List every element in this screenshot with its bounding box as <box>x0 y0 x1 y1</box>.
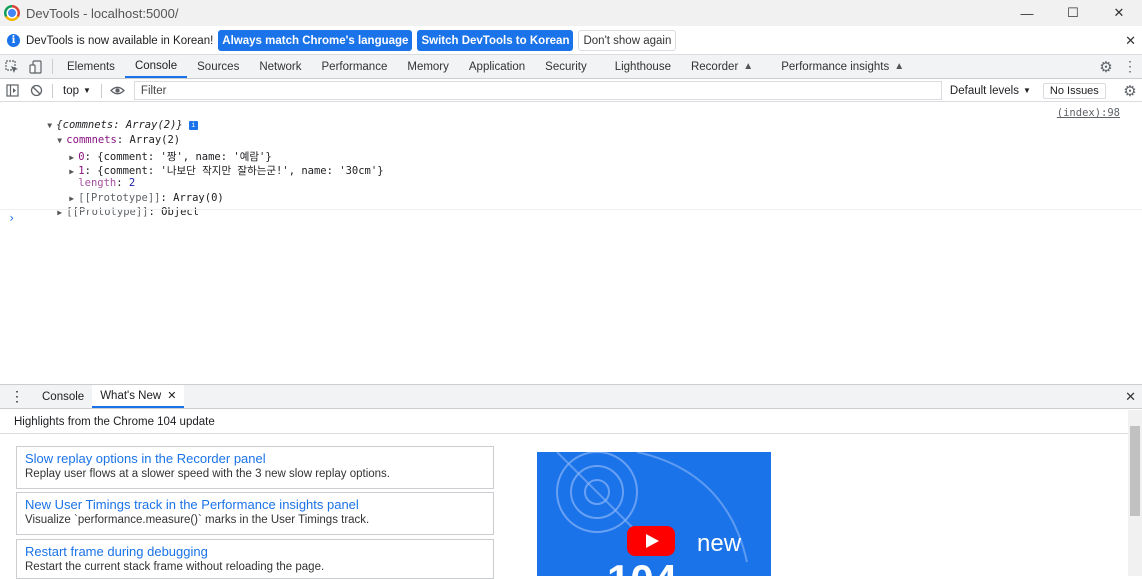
experimental-flask-icon: ▲ <box>894 61 905 72</box>
close-infobar-icon[interactable]: ✕ <box>1125 33 1136 49</box>
drawer-tab-whats-new-label: What's New <box>100 389 162 402</box>
tab-network[interactable]: Network <box>249 55 311 78</box>
tab-recorder[interactable]: Recorder ▲ <box>681 55 763 78</box>
drawer-tab-whats-new[interactable]: What's New ✕ <box>92 385 185 408</box>
tab-performance-insights-label: Performance insights <box>781 60 890 73</box>
close-tab-icon[interactable]: ✕ <box>167 389 176 402</box>
chevron-down-icon: ▼ <box>1022 86 1031 95</box>
tab-sources[interactable]: Sources <box>187 55 249 78</box>
prop-key: [[Prototype]] <box>66 206 149 218</box>
maximize-button[interactable]: ☐ <box>1050 0 1096 26</box>
tree-row-object-prototype[interactable]: ▶ [[Prototype]]: Object <box>32 194 199 230</box>
show-sidebar-icon[interactable] <box>0 80 24 102</box>
clear-console-icon[interactable] <box>24 80 48 102</box>
context-selector-value: top <box>63 84 79 97</box>
close-window-button[interactable]: ✕ <box>1096 0 1142 26</box>
card-title-link[interactable]: Restart frame during debugging <box>25 544 485 559</box>
source-link[interactable]: (index):98 <box>1057 107 1120 119</box>
prop-value: Object <box>161 206 200 218</box>
info-badge-icon: i <box>188 120 198 130</box>
window-title: DevTools - localhost:5000/ <box>26 5 179 21</box>
tab-application[interactable]: Application <box>459 55 535 78</box>
settings-gear-icon[interactable]: ⚙ <box>1094 58 1118 76</box>
tab-elements[interactable]: Elements <box>57 55 125 78</box>
close-drawer-icon[interactable]: ✕ <box>1125 385 1136 408</box>
context-selector[interactable]: top ▼ <box>57 85 97 97</box>
console-output: (index):98 ▼ {commnets: Array(2)} i ▼ commn… <box>0 103 1142 383</box>
drawer-tab-console[interactable]: Console <box>34 385 92 408</box>
live-expression-eye-icon[interactable] <box>106 80 130 102</box>
card-title-link[interactable]: New User Timings track in the Performanc… <box>25 497 485 512</box>
chrome-logo-icon <box>4 5 20 21</box>
whats-new-video-thumbnail[interactable]: new 104 <box>537 452 771 576</box>
match-language-button[interactable]: Always match Chrome's language <box>218 30 413 51</box>
info-icon: i <box>7 34 20 47</box>
youtube-play-icon[interactable] <box>627 526 675 556</box>
window-titlebar: DevTools - localhost:5000/ — ☐ ✕ <box>0 0 1142 26</box>
card-title-link[interactable]: Slow replay options in the Recorder pane… <box>25 451 485 466</box>
card-description: Restart the current stack frame without … <box>25 561 325 573</box>
card-description: Visualize `performance.measure()` marks … <box>25 514 370 526</box>
log-levels-dropdown[interactable]: Default levels ▼ <box>950 85 1031 97</box>
tab-recorder-label: Recorder <box>690 60 739 73</box>
main-tabbar: Elements Console Sources Network Perform… <box>0 55 1142 79</box>
switch-korean-button[interactable]: Switch DevTools to Korean <box>417 30 574 51</box>
whats-new-card[interactable]: New User Timings track in the Performanc… <box>16 492 494 535</box>
console-toolbar: top ▼ Filter Default levels ▼ No Issues … <box>0 80 1142 102</box>
tab-memory[interactable]: Memory <box>397 55 459 78</box>
log-levels-label: Default levels <box>949 84 1019 97</box>
drawer-tabbar: ⋮ Console What's New ✕ ✕ <box>0 384 1142 409</box>
tab-performance-insights[interactable]: Performance insights ▲ <box>763 55 914 78</box>
promo-version-number: 104 <box>607 556 677 576</box>
dont-show-again-button[interactable]: Don't show again <box>578 30 677 51</box>
more-options-icon[interactable]: ⋮ <box>1118 58 1142 75</box>
drawer-menu-icon[interactable]: ⋮ <box>0 385 34 408</box>
experimental-flask-icon: ▲ <box>743 61 754 72</box>
tab-performance[interactable]: Performance <box>312 55 398 78</box>
drawer-scrollbar[interactable] <box>1128 410 1142 576</box>
language-infobar: i DevTools is now available in Korean! A… <box>0 27 1142 55</box>
chevron-down-icon: ▼ <box>83 86 91 95</box>
tab-lighthouse[interactable]: Lighthouse <box>597 55 681 78</box>
scrollbar-thumb[interactable] <box>1130 426 1140 516</box>
prop-value: {comment: '나보단 작지만 잘하는군!', name: '30cm'} <box>97 165 384 177</box>
card-description: Replay user flows at a slower speed with… <box>25 468 390 480</box>
issues-counter-button[interactable]: No Issues <box>1042 82 1106 99</box>
infobar-message: DevTools is now available in Korean! <box>26 34 214 47</box>
whats-new-card[interactable]: Slow replay options in the Recorder pane… <box>16 446 494 489</box>
console-prompt[interactable]: › <box>8 211 15 225</box>
highlights-header: Highlights from the Chrome 104 update <box>0 410 1142 434</box>
minimize-button[interactable]: — <box>1004 0 1050 26</box>
tab-console[interactable]: Console <box>124 55 188 78</box>
promo-new-text: new <box>697 530 742 557</box>
console-filter-input[interactable]: Filter <box>133 81 942 100</box>
inspect-element-icon[interactable] <box>0 55 24 78</box>
device-toolbar-icon[interactable] <box>24 55 48 78</box>
tab-security[interactable]: Security <box>535 55 597 78</box>
console-settings-gear-icon[interactable]: ⚙ <box>1118 80 1142 102</box>
whats-new-card[interactable]: Restart frame during debugging Restart t… <box>16 539 494 579</box>
